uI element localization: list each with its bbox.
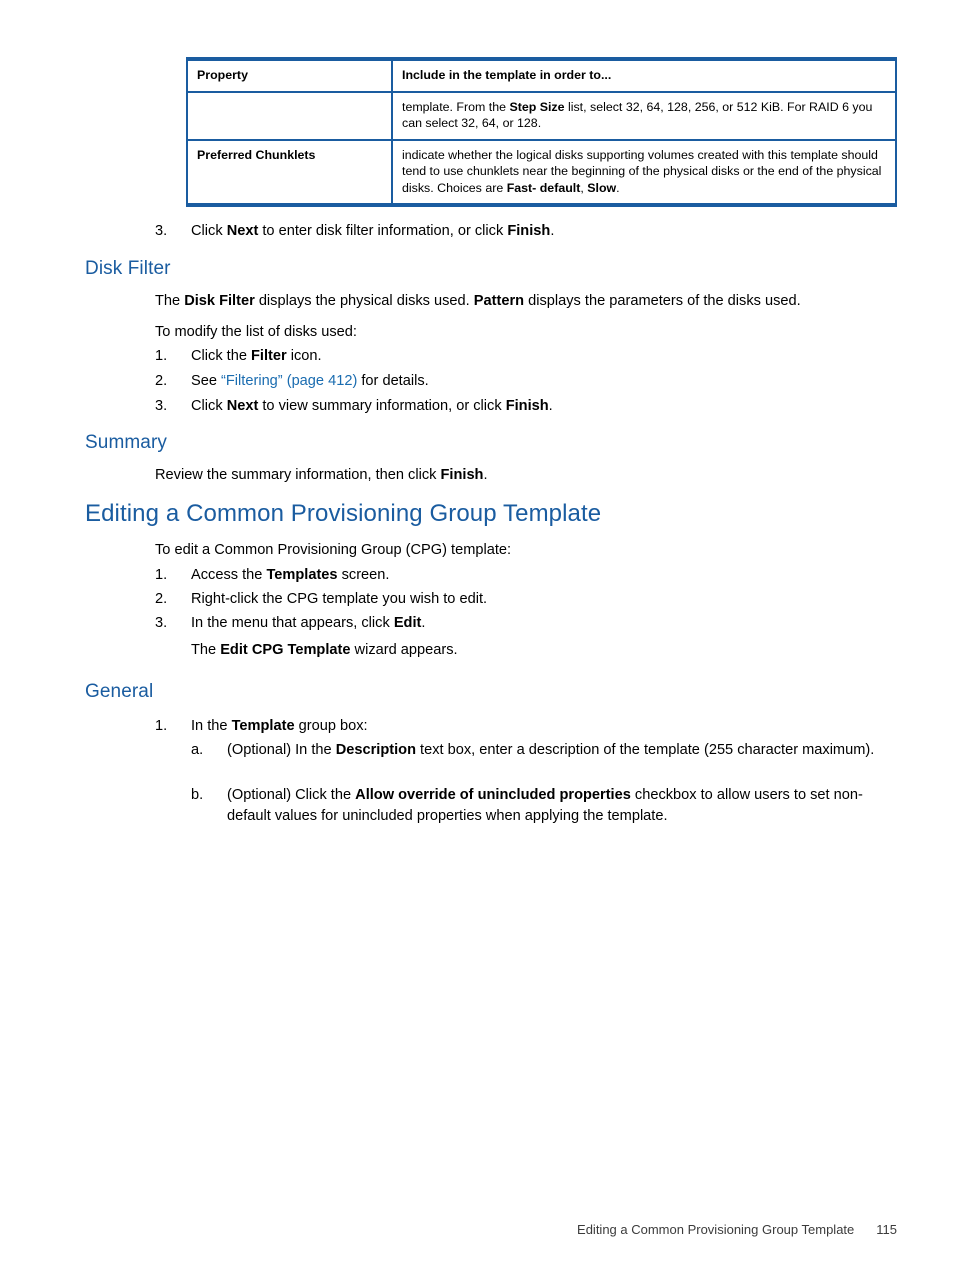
list-marker: 1. (155, 348, 168, 364)
footer-page-number: 115 (876, 1222, 897, 1237)
sub-list-item: b. (Optional) Click the Allow override o… (191, 785, 897, 826)
table-header-property: Property (187, 59, 393, 93)
list-item-text: Click the Filter icon. (191, 348, 322, 364)
table-body: template. From the Step Size list, selec… (187, 91, 896, 205)
list-item: 1. In the Template group box: (155, 716, 895, 737)
table-cell-description: indicate whether the logical disks suppo… (402, 147, 882, 195)
table-cell-description: template. From the Step Size list, selec… (392, 91, 896, 141)
sub-list-item-text: (Optional) In the Description text box, … (227, 742, 875, 758)
table-row: Preferred Chunklets indicate whether the… (187, 139, 896, 205)
list-item: 3. Click Next to enter disk filter infor… (155, 221, 895, 242)
list-item: 1. Click the Filter icon. (155, 346, 895, 367)
summary-text: Review the summary information, then cli… (155, 467, 488, 483)
heading-summary: Summary (85, 432, 167, 453)
table-cell-property (187, 91, 393, 141)
list-marker: b. (191, 787, 204, 803)
list-item: 2. Right-click the CPG template you wish… (155, 589, 895, 610)
list-item: 1. Access the Templates screen. (155, 565, 895, 586)
list-item-text: Right-click the CPG template you wish to… (191, 591, 488, 607)
table-header-include: Include in the template in order to... (392, 59, 896, 93)
list-marker: 1. (155, 567, 168, 583)
heading-general: General (85, 681, 154, 702)
list-marker: 3. (155, 223, 168, 239)
table-cell-property: Preferred Chunklets (187, 139, 393, 205)
disk-filter-leadin: To modify the list of disks used: (155, 324, 357, 340)
table-header-row: Property Include in the template in orde… (187, 59, 896, 93)
list-item-text: In the menu that appears, click Edit. (191, 615, 426, 631)
properties-table: Property Include in the template in orde… (186, 57, 897, 207)
footer-chapter-title: Editing a Common Provisioning Group Temp… (577, 1222, 855, 1237)
list-item: 2. See “Filtering” (page 412) for detail… (155, 371, 895, 392)
list-marker: 1. (155, 718, 168, 734)
list-item-text: See “Filtering” (page 412) for details. (191, 373, 429, 389)
sub-list-item: a. (Optional) In the Description text bo… (191, 740, 897, 761)
list-marker: 3. (155, 615, 168, 631)
list-item-text: In the Template group box: (191, 718, 368, 734)
document-page: Property Include in the template in orde… (0, 0, 954, 1271)
filtering-cross-reference-link[interactable]: “Filtering” (page 412) (221, 373, 357, 389)
list-item-text: Access the Templates screen. (191, 567, 390, 583)
disk-filter-intro: The Disk Filter displays the physical di… (155, 293, 801, 309)
edit-cpg-wizard-result: The Edit CPG Template wizard appears. (191, 642, 458, 658)
list-marker: a. (191, 742, 204, 758)
list-item: 3. Click Next to view summary informatio… (155, 396, 895, 417)
list-item: 3. In the menu that appears, click Edit. (155, 613, 895, 634)
list-marker: 2. (155, 373, 168, 389)
sub-list-item-text: (Optional) Click the Allow override of u… (227, 787, 863, 824)
list-item-text: Click Next to enter disk filter informat… (191, 223, 555, 239)
page-footer: Editing a Common Provisioning Group Temp… (0, 1222, 897, 1237)
table-row: template. From the Step Size list, selec… (187, 91, 896, 141)
heading-editing-cpg-template: Editing a Common Provisioning Group Temp… (85, 500, 602, 527)
list-item-text: Click Next to view summary information, … (191, 398, 553, 414)
heading-disk-filter: Disk Filter (85, 258, 171, 279)
list-marker: 3. (155, 398, 168, 414)
editing-cpg-intro: To edit a Common Provisioning Group (CPG… (155, 542, 512, 558)
list-marker: 2. (155, 591, 168, 607)
